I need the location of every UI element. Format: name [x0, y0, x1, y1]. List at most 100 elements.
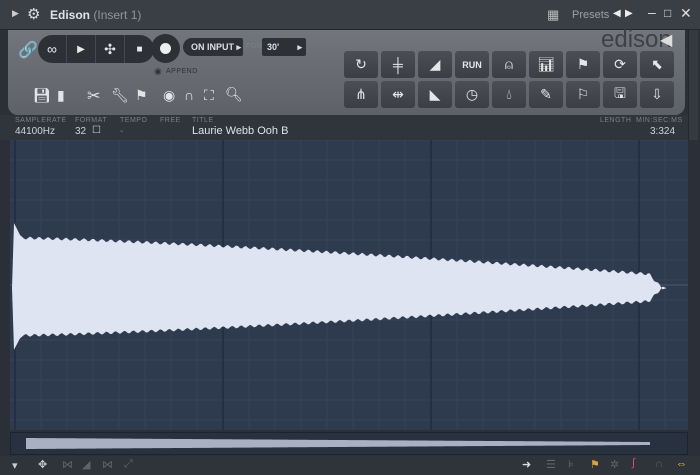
refresh-icon: ⟳	[614, 56, 626, 72]
record-mode-value: ON INPUT	[191, 42, 235, 52]
maximize-icon[interactable]: □	[664, 6, 671, 20]
overview-shape	[26, 438, 650, 449]
waveform-view[interactable]	[10, 139, 688, 430]
stretch-icon[interactable]: ⋈	[62, 458, 73, 471]
save-region-icon: 🖫	[614, 84, 626, 101]
format-box-icon[interactable]: ☐	[92, 125, 101, 136]
link-icon[interactable]: 🔗	[18, 40, 38, 60]
format-value[interactable]: 32	[75, 126, 86, 137]
title-bar: ▶ ⚙ Edison (Insert 1) ▦ Presets ◀ ▶ – □ …	[0, 0, 700, 30]
list-icon[interactable]: ☰	[546, 458, 556, 471]
menu-arrow-icon[interactable]: ▾	[12, 459, 18, 472]
fade-out-button[interactable]: ◣	[418, 81, 452, 108]
link-bottom-icon[interactable]: ⇔	[676, 458, 687, 470]
split-icon: ⋔	[355, 86, 367, 102]
grid-icon[interactable]: ▦	[547, 7, 559, 23]
duration-value: 30'	[267, 42, 280, 52]
window-title: Edison (Insert 1)	[50, 8, 141, 22]
normalize-button[interactable]: ╪	[381, 51, 415, 78]
minimize-icon[interactable]: –	[648, 4, 656, 20]
panel-scroll-strip	[688, 30, 698, 140]
record-mode-select[interactable]: ON INPUT ▸	[183, 38, 243, 56]
samplerate-header: SAMPLERATE	[15, 117, 67, 124]
record-playback-button[interactable]: ✣	[96, 35, 126, 63]
brush-icon: ✎	[540, 86, 552, 102]
save-region-button[interactable]: 🖫	[603, 81, 637, 108]
marker-tool-icon[interactable]: ⚑	[590, 458, 600, 471]
clock-button[interactable]: ◷	[455, 81, 489, 108]
fade-out-icon: ◣	[429, 86, 441, 102]
waveform-shape	[12, 223, 666, 350]
curve-icon[interactable]: ∫	[632, 457, 635, 469]
window-title-text: Edison	[50, 8, 91, 22]
amp-icon: ⍝	[504, 56, 514, 72]
bottom-toolbar: ▾ ✥ ⋈ ◢ ⋈ ⤢ ➜ ☰ ⊧ ⚑ ✲ ∫ ∩ ⇔	[0, 456, 700, 475]
squeeze-icon[interactable]: ⋈	[102, 458, 113, 471]
length-header: LENGTH	[600, 117, 632, 124]
gear-icon[interactable]: ⚙	[27, 5, 40, 23]
tempo-value: -	[120, 126, 124, 137]
tempo-header: TEMPO	[120, 117, 148, 124]
waveform-canvas[interactable]	[10, 139, 688, 430]
ramp-icon[interactable]: ◢	[82, 458, 90, 471]
marker-icon[interactable]: ⚑	[135, 87, 148, 104]
trim-icon: ⇹	[392, 86, 404, 102]
control-panel: 🔗 ∞ ▶ ✣ ■ ON INPUT ▸ FOR 30' ▸ ◉ APPEND 💾…	[8, 26, 685, 115]
overview-waveform[interactable]	[11, 433, 687, 454]
brush-button[interactable]: ✎	[529, 81, 563, 108]
loop-button[interactable]: ∞	[38, 35, 68, 63]
arrow-right-icon[interactable]: ➜	[522, 458, 531, 471]
scissors-icon[interactable]: ✂	[87, 86, 100, 106]
play-button[interactable]: ▶	[67, 35, 97, 63]
equalizer-icon: 📊︎	[537, 56, 555, 72]
loop-button[interactable]: ↻	[344, 51, 378, 78]
export-button[interactable]: ⇩	[640, 81, 674, 108]
append-label: APPEND	[166, 68, 198, 75]
select-button[interactable]: ⬉	[640, 51, 674, 78]
amp-button[interactable]: ⍝	[492, 51, 526, 78]
title-value[interactable]: Laurie Webb Ooh B	[192, 125, 288, 137]
duration-field[interactable]: 30' ▸	[262, 38, 306, 56]
record-button[interactable]	[151, 34, 180, 63]
ruler-icon[interactable]: ⊧	[568, 458, 574, 471]
fade-in-button[interactable]: ◢	[418, 51, 452, 78]
fit-icon[interactable]: ⛶	[204, 87, 214, 104]
stop-button[interactable]: ■	[125, 35, 154, 63]
move-icon[interactable]: ✥	[38, 458, 47, 471]
magnet-bottom-icon[interactable]: ∩	[655, 458, 663, 470]
overview-scrollbar[interactable]	[10, 432, 688, 455]
region-icon: ⚐	[576, 86, 590, 102]
format-header: FORMAT	[75, 117, 108, 124]
eye-icon[interactable]: ◉	[163, 87, 175, 104]
run-button[interactable]: RUN	[455, 51, 489, 78]
record-icon	[160, 43, 171, 54]
length-value: 3:324	[650, 126, 676, 137]
split-button[interactable]: ⋔	[344, 81, 378, 108]
loop-icon: ↻	[355, 56, 367, 72]
time-format-header: MIN:SEC:MS	[636, 117, 683, 124]
diagonal-icon[interactable]: ⤢	[124, 458, 133, 471]
region-button[interactable]: ⚐	[566, 81, 600, 108]
preset-prev-icon[interactable]: ◀	[613, 8, 621, 19]
refresh-button[interactable]: ⟳	[603, 51, 637, 78]
zoom-icon[interactable]: 🔍︎	[225, 86, 243, 103]
save-icon[interactable]: 💾︎	[33, 87, 51, 104]
speaker-icon[interactable]: ◀	[660, 30, 672, 50]
snap-icon[interactable]: ✲	[610, 458, 619, 471]
trim-button[interactable]: ⇹	[381, 81, 415, 108]
drop-button[interactable]: 💧︎	[492, 81, 526, 108]
magnet-icon[interactable]: ∩	[184, 87, 194, 103]
expand-arrow-icon[interactable]: ▶	[12, 8, 19, 19]
preset-next-icon[interactable]: ▶	[625, 8, 633, 19]
normalize-icon: ╪	[393, 56, 403, 73]
samplerate-value: 44100Hz	[15, 126, 56, 137]
close-icon[interactable]: ✕	[680, 5, 692, 22]
marker-add-button[interactable]: ⚑	[566, 51, 600, 78]
drop-icon: 💧︎	[506, 86, 512, 102]
append-radio[interactable]: ◉	[154, 66, 162, 77]
marker-add-icon: ⚑	[576, 56, 590, 72]
equalizer-button[interactable]: 📊︎	[529, 51, 563, 78]
wrench-icon[interactable]: 🔧︎	[111, 87, 129, 104]
presets-label[interactable]: Presets	[572, 9, 609, 21]
copy-icon[interactable]: ▮	[57, 87, 65, 104]
